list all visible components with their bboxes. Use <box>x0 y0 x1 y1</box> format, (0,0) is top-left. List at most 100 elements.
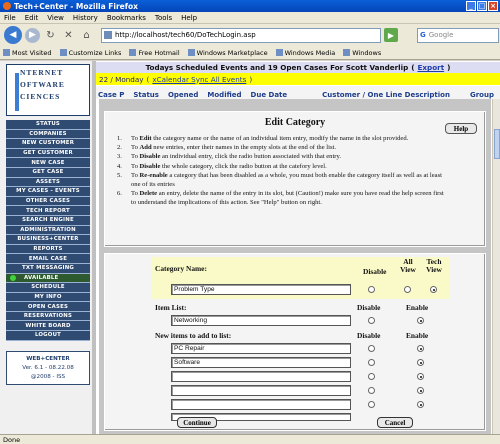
menu-view[interactable]: View <box>47 14 64 22</box>
available-label: AVAILABLE <box>24 274 59 281</box>
export-link[interactable]: Export <box>418 63 445 72</box>
version-text: Ver. 6.1 - 08.22.08 <box>22 365 74 371</box>
instruction-number: 6. <box>117 190 122 198</box>
copyright-text: @2008 - ISS <box>30 374 66 380</box>
forward-arrow-icon[interactable]: ▶ <box>25 27 40 43</box>
new-item-disable-radio[interactable] <box>368 359 375 366</box>
col-modified[interactable]: Modified <box>207 91 241 99</box>
new-item-field[interactable] <box>171 371 351 382</box>
new-item-field[interactable]: PC Repair <box>171 343 351 354</box>
scrollbar-thumb[interactable] <box>494 129 500 159</box>
new-item-disable-radio[interactable] <box>368 373 375 380</box>
sidebar-item-assets[interactable]: ASSETS <box>6 177 90 188</box>
calendar-sync-link[interactable]: xCalendar Sync All Events <box>152 75 246 84</box>
sidebar-item-my-info[interactable]: MY INFO <box>6 292 90 303</box>
item-enable-radio[interactable] <box>417 317 424 324</box>
menu-edit[interactable]: Edit <box>25 14 39 22</box>
col-status[interactable]: Status <box>133 91 159 99</box>
new-item-enable-radio[interactable] <box>417 373 424 380</box>
new-item-field[interactable] <box>171 385 351 396</box>
sidebar-item-get-customer[interactable]: GET CUSTOMER <box>6 148 90 159</box>
back-arrow-icon[interactable]: ◀ <box>4 26 22 44</box>
category-disable-radio[interactable] <box>368 286 375 293</box>
instruction-number: 2. <box>117 144 122 152</box>
sidebar-item-administration[interactable]: ADMINISTRATION <box>6 225 90 236</box>
cancel-button[interactable]: Cancel <box>377 417 413 428</box>
bookmark-windows[interactable]: Windows <box>343 49 381 57</box>
go-icon[interactable]: ▶ <box>384 28 398 42</box>
main-scrollbar[interactable] <box>492 99 500 434</box>
col-group[interactable]: Group <box>470 91 494 99</box>
item-field[interactable]: Networking <box>171 315 351 326</box>
new-item-enable-radio[interactable] <box>417 345 424 352</box>
sidebar-item-business-center[interactable]: BUSINESS+CENTER <box>6 235 90 245</box>
col-due-date[interactable]: Due Date <box>251 91 288 99</box>
sidebar-item-open-cases[interactable]: OPEN CASES <box>6 302 90 312</box>
sidebar-item-reports[interactable]: REPORTS <box>6 244 90 255</box>
menu-bookmarks[interactable]: Bookmarks <box>107 14 146 22</box>
bookmarks-toolbar: Most Visited Customize Links Free Hotmai… <box>0 46 500 60</box>
new-item-field[interactable]: Software <box>171 357 351 368</box>
sidebar-item-other-cases[interactable]: OTHER CASES <box>6 196 90 207</box>
menu-history[interactable]: History <box>73 14 98 22</box>
category-tech-view-radio[interactable] <box>430 286 437 293</box>
col-customer[interactable]: Customer / One Line Description <box>322 91 450 99</box>
sidebar-item-companies[interactable]: COMPANIES <box>6 129 90 140</box>
home-icon[interactable]: ⌂ <box>79 28 94 43</box>
new-item-field[interactable] <box>171 399 351 410</box>
instruction-item: 3. To Disable an individual entry, click … <box>117 152 447 161</box>
category-name-field[interactable]: Problem Type <box>171 284 351 295</box>
sidebar-item-logout[interactable]: LOGOUT <box>6 331 90 341</box>
bookmark-free-hotmail[interactable]: Free Hotmail <box>129 49 180 57</box>
date-line: 22 / Monday (xCalendar Sync All Events) <box>96 73 500 85</box>
bookmark-windows-marketplace[interactable]: Windows Marketplace <box>187 49 268 57</box>
item-list-label: Item List: <box>155 303 187 312</box>
sidebar-item-search-engine[interactable]: SEARCH ENGINE <box>6 215 90 226</box>
new-item-disable-radio[interactable] <box>368 345 375 352</box>
sidebar-item-white-board[interactable]: WHITE BOARD <box>6 321 90 332</box>
search-input[interactable]: G Google <box>417 27 499 43</box>
sidebar-nav: STATUS COMPANIES NEW CUSTOMER GET CUSTOM… <box>6 120 90 341</box>
new-item-enable-radio[interactable] <box>417 359 424 366</box>
sidebar-item-reservations[interactable]: RESERVATIONS <box>6 311 90 322</box>
url-bar[interactable]: http://localhost/tech60/DoTechLogin.asp <box>101 27 381 43</box>
close-icon[interactable]: × <box>488 1 498 11</box>
bookmark-windows-media[interactable]: Windows Media <box>275 49 335 57</box>
minimize-icon[interactable]: _ <box>466 1 476 11</box>
sidebar-item-get-case[interactable]: GET CASE <box>6 167 90 178</box>
logo-line-2: OFTWARE <box>20 80 65 89</box>
col-opened[interactable]: Opened <box>168 91 198 99</box>
sidebar-item-email-case[interactable]: EMAIL CASE <box>6 254 90 264</box>
reload-icon[interactable]: ↻ <box>43 28 58 43</box>
sidebar-item-my-cases-events[interactable]: MY CASES - EVENTS <box>6 187 90 197</box>
bookmark-most-visited[interactable]: Most Visited <box>3 49 52 57</box>
menu-tools[interactable]: Tools <box>155 14 172 22</box>
new-item-disable-radio[interactable] <box>368 401 375 408</box>
sidebar-item-txt-messaging[interactable]: TXT MESSAGING <box>6 263 90 274</box>
new-item-disable-radio[interactable] <box>368 387 375 394</box>
category-all-view-radio[interactable] <box>404 286 411 293</box>
bookmark-customize-links[interactable]: Customize Links <box>59 49 121 57</box>
all-view-header: All View <box>400 257 416 274</box>
new-item-enable-radio[interactable] <box>417 387 424 394</box>
new-item-enable-radio[interactable] <box>417 401 424 408</box>
sidebar-item-tech-report[interactable]: TECH REPORT <box>6 206 90 216</box>
sidebar-item-schedule[interactable]: SCHEDULE <box>6 283 90 293</box>
help-button[interactable]: Help <box>445 123 477 134</box>
sidebar-item-status[interactable]: STATUS <box>6 120 90 130</box>
instruction-number: 1. <box>117 135 122 142</box>
continue-button[interactable]: Continue <box>177 417 217 428</box>
maximize-icon[interactable]: □ <box>477 1 487 11</box>
col-case-p[interactable]: Case P <box>98 91 124 99</box>
sidebar-item-available[interactable]: AVAILABLE <box>6 273 90 284</box>
stop-icon[interactable]: ✕ <box>61 28 76 43</box>
version-box: WEB+CENTER Ver. 6.1 - 08.22.08 @2008 - I… <box>6 351 90 385</box>
menu-help[interactable]: Help <box>181 14 197 22</box>
sidebar-item-new-customer[interactable]: NEW CUSTOMER <box>6 139 90 149</box>
bookmark-icon <box>275 49 283 56</box>
item-disable-radio[interactable] <box>368 317 375 324</box>
menu-file[interactable]: File <box>4 14 16 22</box>
date-text: 22 / Monday <box>99 74 144 84</box>
bookmark-icon <box>343 49 351 56</box>
sidebar-item-new-case[interactable]: NEW CASE <box>6 158 90 168</box>
